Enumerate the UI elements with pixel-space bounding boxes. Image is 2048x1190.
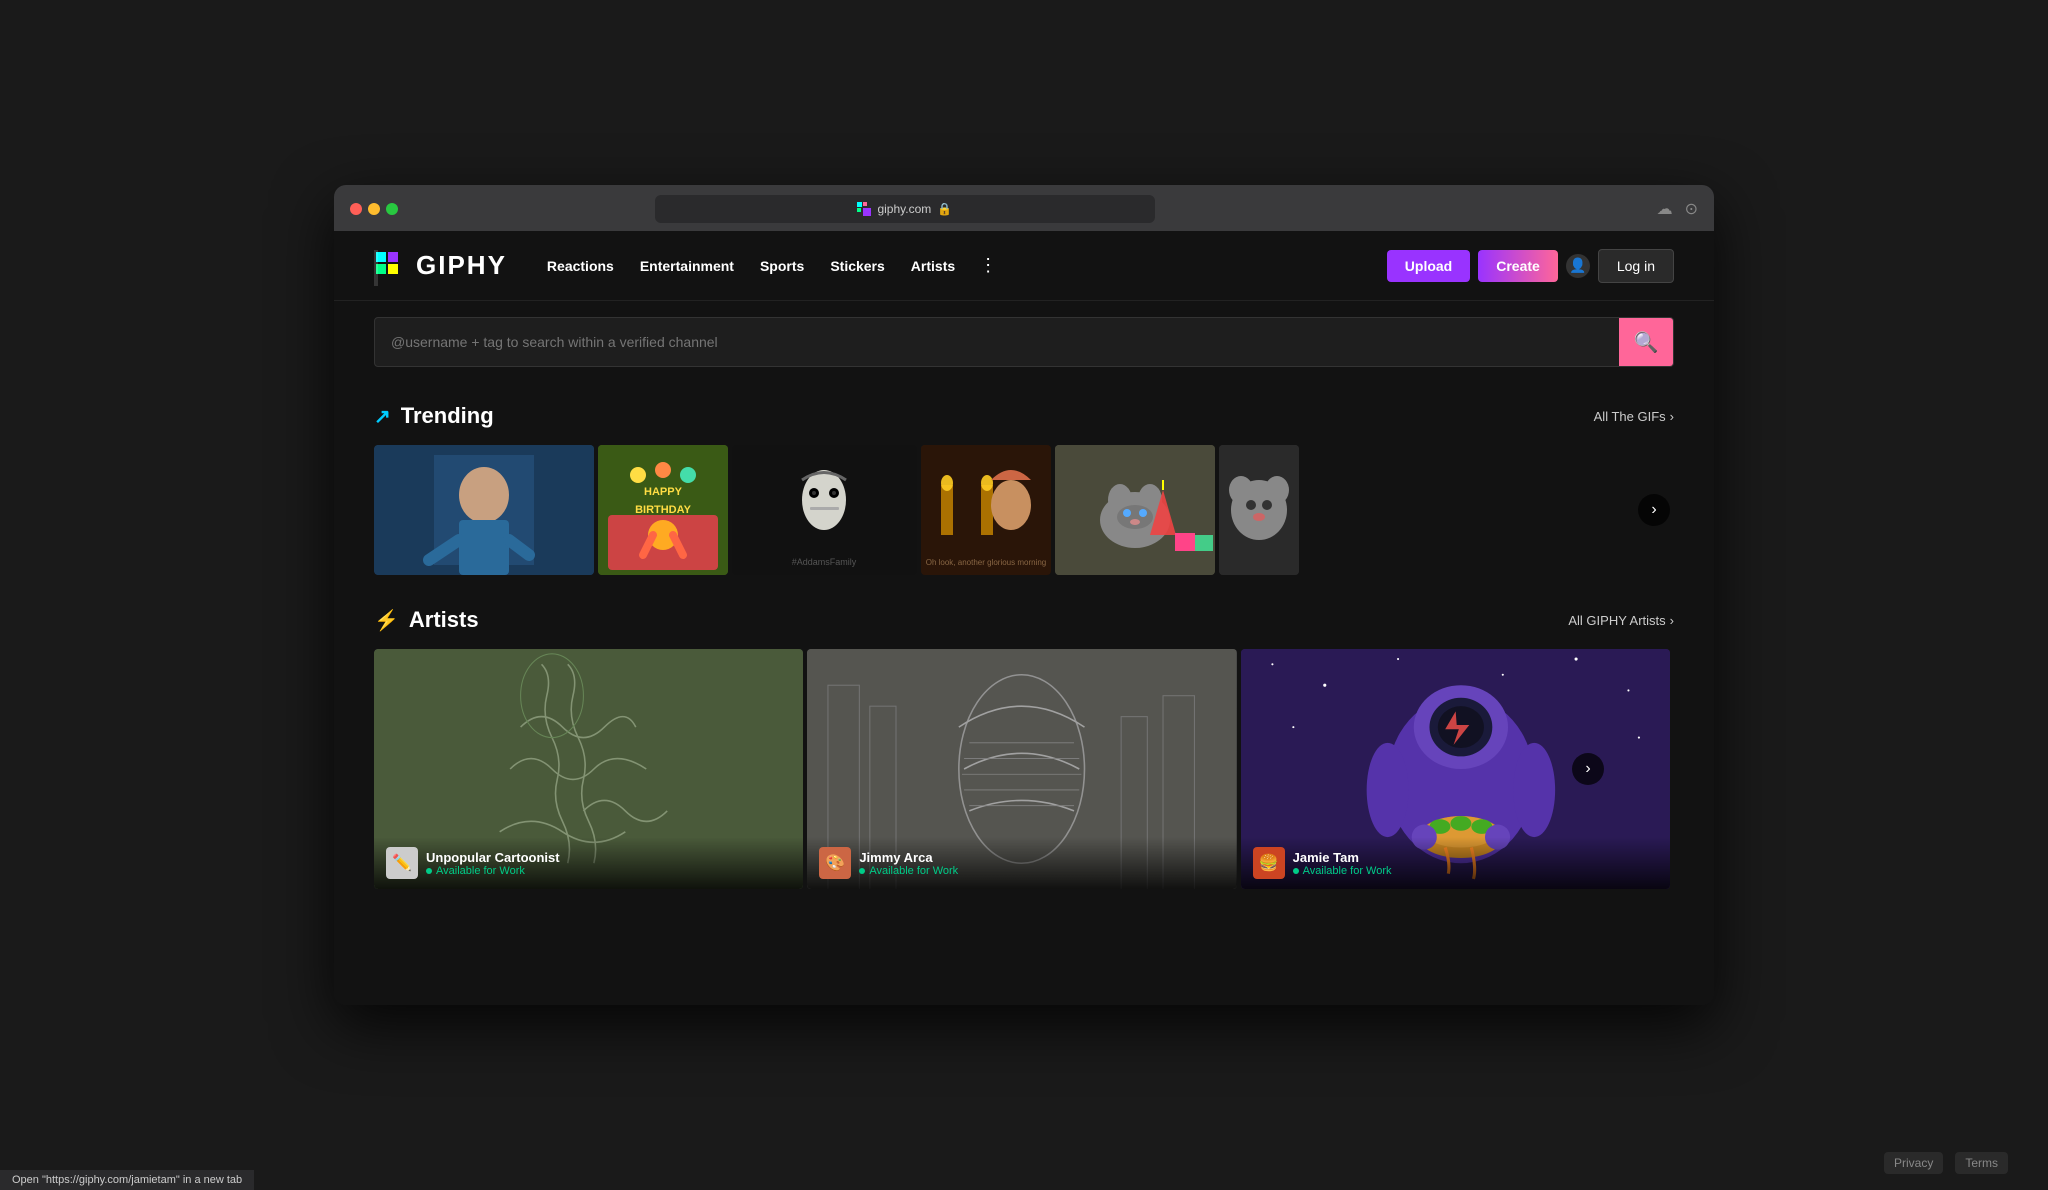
upload-button[interactable]: Upload xyxy=(1387,250,1470,282)
artists-section: ⚡ Artists All GIPHY Artists › xyxy=(374,607,1674,889)
page-content: GIPHY Reactions Entertainment Sports Sti… xyxy=(334,231,1714,1005)
browser-actions: ☁ ⊙ xyxy=(1657,199,1698,219)
svg-text:#AddamsFamily: #AddamsFamily xyxy=(792,557,857,567)
trending-gif-4[interactable]: Oh look, another glorious morning xyxy=(921,445,1051,575)
artist-card-jamie-tam[interactable]: 🍔 Jamie Tam Available for Work xyxy=(1241,649,1670,889)
trending-gif-5[interactable] xyxy=(1055,445,1215,575)
search-bar: 🔍 xyxy=(374,317,1674,367)
nav-link-entertainment[interactable]: Entertainment xyxy=(630,252,744,280)
logo-text: GIPHY xyxy=(416,250,507,281)
nav-link-artists[interactable]: Artists xyxy=(901,252,965,280)
trending-next-button[interactable]: › xyxy=(1638,494,1670,526)
search-button[interactable]: 🔍 xyxy=(1619,318,1673,366)
lock-icon: 🔒 xyxy=(937,202,952,216)
gif-carousel: HAPPY BIRTHDAY xyxy=(374,445,1674,575)
artist-status-jimmy-arca: Available for Work xyxy=(859,865,1224,877)
artist-info-jimmy-arca: 🎨 Jimmy Arca Available for Work xyxy=(807,837,1236,889)
artist-info-jamie-tam: 🍔 Jamie Tam Available for Work xyxy=(1241,837,1670,889)
all-artists-link[interactable]: All GIPHY Artists › xyxy=(1568,613,1674,628)
search-icon: 🔍 xyxy=(1634,330,1659,355)
address-bar[interactable]: giphy.com 🔒 xyxy=(655,195,1155,223)
minimize-button[interactable] xyxy=(368,203,380,215)
all-gifs-link[interactable]: All The GIFs › xyxy=(1594,409,1674,424)
lightning-icon: ⚡ xyxy=(374,608,399,633)
artists-carousel: ✏️ Unpopular Cartoonist Available for Wo… xyxy=(374,649,1674,889)
artists-section-header: ⚡ Artists All GIPHY Artists › xyxy=(374,607,1674,633)
artists-next-button[interactable]: › xyxy=(1572,753,1604,785)
artist-name-jimmy-arca: Jimmy Arca xyxy=(859,850,1224,865)
chevron-right-icon: › xyxy=(1670,409,1674,424)
nav-links: Reactions Entertainment Sports Stickers … xyxy=(537,251,1387,280)
logo-icon xyxy=(374,250,406,282)
artists-title: ⚡ Artists xyxy=(374,607,479,633)
artist-name-jamie-tam: Jamie Tam xyxy=(1293,850,1658,865)
nav-link-sports[interactable]: Sports xyxy=(750,252,814,280)
trending-gif-1[interactable] xyxy=(374,445,594,575)
search-bar-container: 🔍 xyxy=(334,301,1714,383)
browser-window: giphy.com 🔒 ☁ ⊙ GIPHY xyxy=(334,185,1714,1005)
status-dot xyxy=(859,868,865,874)
status-dot xyxy=(426,868,432,874)
search-input[interactable] xyxy=(375,334,1619,350)
main-nav: GIPHY Reactions Entertainment Sports Sti… xyxy=(334,231,1714,301)
logo[interactable]: GIPHY xyxy=(374,250,507,282)
close-button[interactable] xyxy=(350,203,362,215)
trending-gif-6[interactable] xyxy=(1219,445,1299,575)
svg-text:HAPPY: HAPPY xyxy=(644,486,683,498)
chevron-right-icon: › xyxy=(1670,613,1674,628)
trending-section-header: ↗ Trending All The GIFs › xyxy=(374,403,1674,429)
maximize-button[interactable] xyxy=(386,203,398,215)
browser-chrome: giphy.com 🔒 ☁ ⊙ xyxy=(334,185,1714,231)
svg-text:Oh look, another glorious morn: Oh look, another glorious morning xyxy=(926,558,1047,567)
artist-details-jimmy-arca: Jimmy Arca Available for Work xyxy=(859,850,1224,877)
svg-text:BIRTHDAY: BIRTHDAY xyxy=(635,504,691,516)
artist-avatar-unpopular-cartoonist: ✏️ xyxy=(386,847,418,879)
nav-more-button[interactable]: ⋮ xyxy=(971,251,1005,280)
url-text: giphy.com xyxy=(877,202,931,216)
trending-title: ↗ Trending xyxy=(374,403,494,429)
main-content: ↗ Trending All The GIFs › xyxy=(334,383,1714,909)
artist-avatar-jamie-tam: 🍔 xyxy=(1253,847,1285,879)
artist-card-jimmy-arca[interactable]: 🎨 Jimmy Arca Available for Work xyxy=(807,649,1236,889)
artist-avatar-jimmy-arca: 🎨 xyxy=(819,847,851,879)
download-icon[interactable]: ⊙ xyxy=(1685,199,1698,219)
status-bar: Open "https://giphy.com/jamietam" in a n… xyxy=(0,1170,254,1190)
nav-link-reactions[interactable]: Reactions xyxy=(537,252,624,280)
nav-right: Upload Create 👤 Log in xyxy=(1387,249,1674,283)
user-icon[interactable]: 👤 xyxy=(1566,254,1590,278)
artist-details-jamie-tam: Jamie Tam Available for Work xyxy=(1293,850,1658,877)
login-button[interactable]: Log in xyxy=(1598,249,1674,283)
create-button[interactable]: Create xyxy=(1478,250,1558,282)
artist-status-jamie-tam: Available for Work xyxy=(1293,865,1658,877)
trending-icon: ↗ xyxy=(374,404,391,429)
trending-gif-2[interactable]: HAPPY BIRTHDAY xyxy=(598,445,728,575)
trending-gif-3[interactable]: #AddamsFamily xyxy=(732,445,917,575)
nav-link-stickers[interactable]: Stickers xyxy=(820,252,894,280)
artist-name-unpopular-cartoonist: Unpopular Cartoonist xyxy=(426,850,791,865)
favicon-icon xyxy=(857,202,871,216)
cloud-icon[interactable]: ☁ xyxy=(1657,199,1673,219)
artist-info-unpopular-cartoonist: ✏️ Unpopular Cartoonist Available for Wo… xyxy=(374,837,803,889)
status-dot xyxy=(1293,868,1299,874)
artist-card-unpopular-cartoonist[interactable]: ✏️ Unpopular Cartoonist Available for Wo… xyxy=(374,649,803,889)
artist-status-unpopular-cartoonist: Available for Work xyxy=(426,865,791,877)
traffic-lights xyxy=(350,203,398,215)
artist-details-unpopular-cartoonist: Unpopular Cartoonist Available for Work xyxy=(426,850,791,877)
